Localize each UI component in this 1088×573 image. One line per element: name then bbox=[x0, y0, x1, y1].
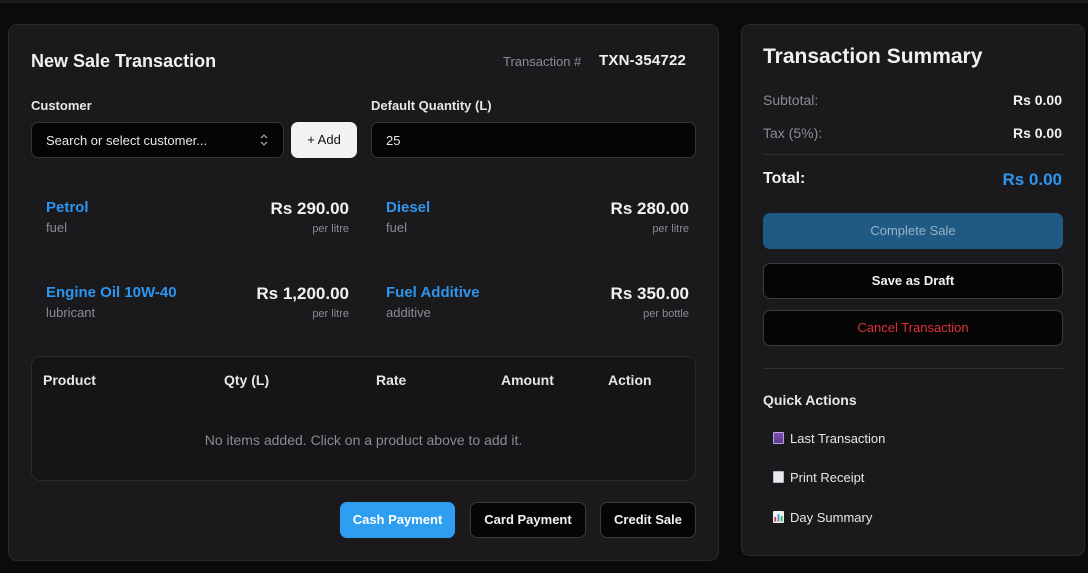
column-header-product: Product bbox=[43, 372, 96, 388]
default-quantity-value: 25 bbox=[386, 133, 401, 148]
top-bar bbox=[0, 0, 1088, 3]
chevron-up-down-icon bbox=[260, 134, 268, 146]
customer-select[interactable]: Search or select customer... bbox=[31, 122, 284, 158]
quick-action-day-summary[interactable]: Day Summary bbox=[773, 510, 872, 525]
product-name: Diesel bbox=[386, 199, 431, 216]
cash-payment-button[interactable]: Cash Payment bbox=[340, 502, 455, 538]
default-quantity-input[interactable]: 25 bbox=[371, 122, 696, 158]
transaction-number-label: Transaction # bbox=[503, 54, 582, 69]
product-name: Engine Oil 10W-40 bbox=[46, 284, 177, 301]
column-header-qty: Qty (L) bbox=[224, 372, 270, 388]
product-unit: per bottle bbox=[643, 308, 689, 320]
transaction-number: TXN-354722 bbox=[599, 52, 687, 69]
product-price: Rs 280.00 bbox=[610, 199, 689, 218]
product-category: fuel bbox=[46, 220, 67, 235]
transaction-summary-panel: Transaction Summary Subtotal: Rs 0.00 Ta… bbox=[741, 24, 1085, 556]
product-name: Fuel Additive bbox=[386, 284, 480, 301]
product-card-engine-oil[interactable]: Engine Oil 10W-40 lubricant Rs 1,200.00 … bbox=[31, 274, 349, 344]
product-price: Rs 290.00 bbox=[270, 199, 349, 218]
quick-action-print-receipt[interactable]: Print Receipt bbox=[773, 470, 864, 485]
product-card-diesel[interactable]: Diesel fuel Rs 280.00 per litre bbox=[371, 189, 689, 259]
product-price: Rs 1,200.00 bbox=[256, 284, 349, 303]
tax-value: Rs 0.00 bbox=[1012, 125, 1062, 141]
bar-chart-icon bbox=[773, 511, 784, 523]
subtotal-value: Rs 0.00 bbox=[1012, 92, 1062, 108]
receipt-icon bbox=[773, 432, 784, 444]
product-price: Rs 350.00 bbox=[610, 284, 689, 303]
subtotal-label: Subtotal: bbox=[763, 92, 819, 108]
customer-label: Customer bbox=[31, 98, 92, 113]
product-card-fuel-additive[interactable]: Fuel Additive additive Rs 350.00 per bot… bbox=[371, 274, 689, 344]
product-category: lubricant bbox=[46, 305, 96, 320]
empty-table-message: No items added. Click on a product above… bbox=[204, 432, 523, 448]
card-payment-button[interactable]: Card Payment bbox=[470, 502, 586, 538]
complete-sale-button[interactable]: Complete Sale bbox=[763, 213, 1063, 249]
summary-divider bbox=[763, 154, 1063, 155]
column-header-rate: Rate bbox=[376, 372, 407, 388]
default-quantity-label: Default Quantity (L) bbox=[371, 98, 492, 113]
page-title: New Sale Transaction bbox=[31, 51, 217, 71]
quick-action-label: Print Receipt bbox=[790, 470, 865, 485]
quick-actions-divider bbox=[763, 368, 1063, 369]
items-table: Product Qty (L) Rate Amount Action No it… bbox=[31, 356, 696, 481]
product-category: fuel bbox=[386, 220, 407, 235]
cancel-transaction-button[interactable]: Cancel Transaction bbox=[763, 310, 1063, 346]
tax-label: Tax (5%): bbox=[763, 125, 823, 141]
column-header-amount: Amount bbox=[501, 372, 554, 388]
product-unit: per litre bbox=[312, 308, 349, 320]
summary-title: Transaction Summary bbox=[763, 45, 983, 68]
add-customer-button[interactable]: + Add bbox=[291, 122, 357, 158]
column-header-action: Action bbox=[608, 372, 652, 388]
product-category: additive bbox=[386, 305, 431, 320]
page-icon bbox=[773, 471, 784, 483]
quick-action-label: Last Transaction bbox=[790, 431, 886, 446]
customer-select-placeholder: Search or select customer... bbox=[46, 133, 208, 148]
credit-sale-button[interactable]: Credit Sale bbox=[600, 502, 696, 538]
product-unit: per litre bbox=[652, 223, 689, 235]
total-label: Total: bbox=[763, 170, 806, 187]
quick-action-last-transaction[interactable]: Last Transaction bbox=[773, 431, 885, 446]
new-sale-panel: New Sale Transaction Transaction # TXN-3… bbox=[8, 24, 719, 561]
product-card-petrol[interactable]: Petrol fuel Rs 290.00 per litre bbox=[31, 189, 349, 259]
product-unit: per litre bbox=[312, 223, 349, 235]
product-name: Petrol bbox=[46, 199, 89, 216]
save-draft-button[interactable]: Save as Draft bbox=[763, 263, 1063, 299]
total-value: Rs 0.00 bbox=[1002, 170, 1062, 189]
quick-action-label: Day Summary bbox=[790, 510, 873, 525]
quick-actions-title: Quick Actions bbox=[763, 392, 857, 408]
